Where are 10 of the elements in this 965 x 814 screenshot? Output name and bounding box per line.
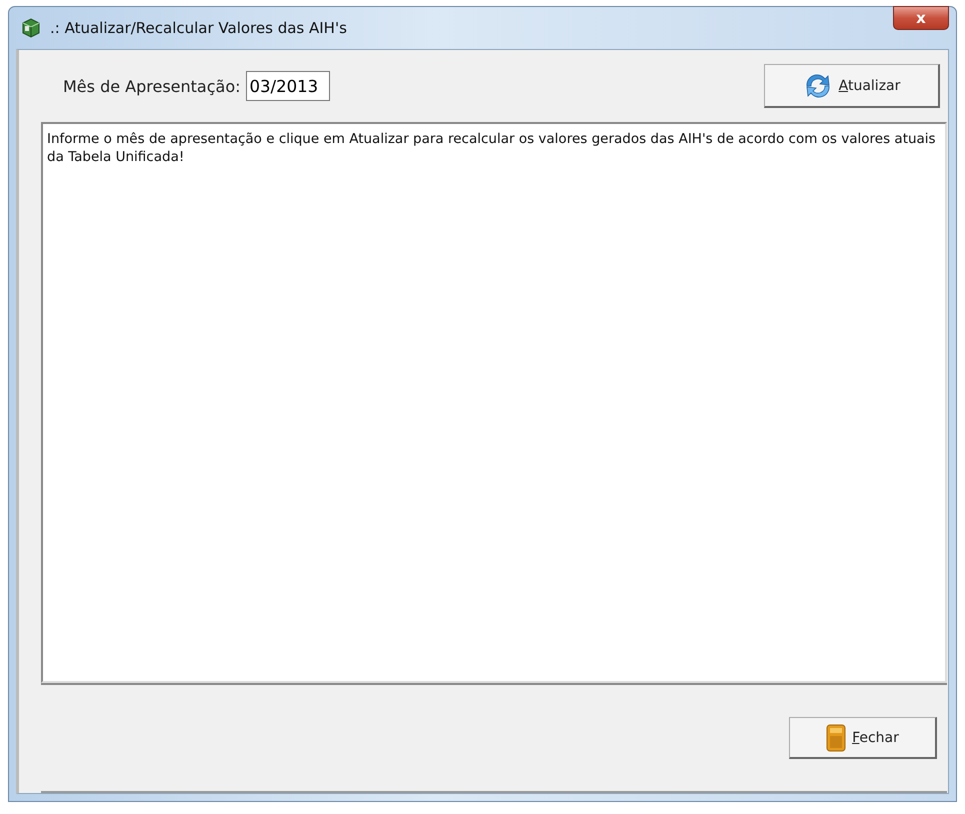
window-title: .: Atualizar/Recalcular Valores das AIH's [50, 19, 348, 37]
close-dialog-button[interactable]: Fechar [789, 717, 937, 759]
app-icon [20, 17, 42, 39]
close-button[interactable]: x [893, 6, 949, 30]
calculator-icon [826, 724, 846, 752]
message-area[interactable]: Informe o mês de apresentação e clique em Atualizar para recalcular os valores gerados das AIH's de acordo com os valores atuais da Tabela Unificada! [41, 122, 947, 683]
update-button[interactable]: Atualizar [764, 64, 940, 108]
message-text: Informe o mês de apresentação e clique em Atualizar para recalcular os valores gerados das AIH's de acordo com os valores atuais da Tabela Unificada! [47, 131, 936, 165]
month-field[interactable]: 03/2013 [246, 71, 330, 101]
field-label: Mês de Apresentação: [63, 76, 241, 96]
